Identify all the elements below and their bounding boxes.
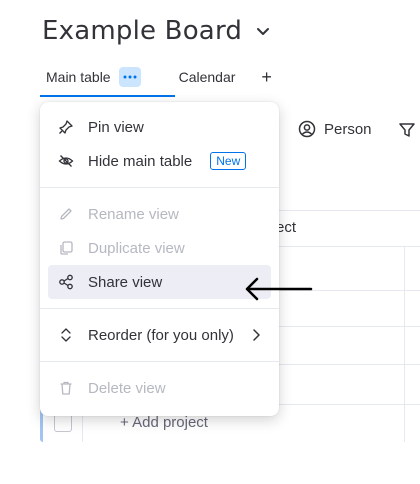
menu-divider bbox=[40, 187, 279, 188]
menu-item-share-view[interactable]: Share view bbox=[48, 265, 271, 299]
menu-divider bbox=[40, 361, 279, 362]
tab-calendar[interactable]: Calendar bbox=[179, 63, 236, 91]
trash-icon bbox=[58, 380, 74, 396]
view-options-menu: Pin view Hide main table New Rename view… bbox=[40, 102, 279, 416]
pin-icon bbox=[58, 119, 74, 135]
duplicate-icon bbox=[58, 240, 74, 256]
view-tabs: Main table Calendar + bbox=[40, 62, 272, 97]
new-badge: New bbox=[210, 152, 247, 170]
table-divider bbox=[270, 326, 420, 327]
person-icon bbox=[298, 120, 316, 138]
person-label: Person bbox=[324, 120, 372, 138]
board-title[interactable]: Example Board bbox=[42, 16, 242, 46]
menu-item-label: Hide main table bbox=[88, 152, 193, 170]
row-checkbox[interactable] bbox=[54, 414, 72, 432]
menu-item-label: Pin view bbox=[88, 118, 144, 136]
table-divider bbox=[270, 364, 420, 365]
chevron-right-icon bbox=[251, 328, 261, 346]
tab-main-table[interactable]: Main table bbox=[40, 63, 175, 97]
menu-item-duplicate-view: Duplicate view bbox=[48, 231, 271, 265]
add-project-label[interactable]: + Add project bbox=[120, 414, 208, 431]
menu-item-label: Rename view bbox=[88, 205, 179, 223]
more-dots-icon bbox=[123, 75, 137, 79]
menu-item-label: Delete view bbox=[88, 379, 166, 397]
eye-slash-icon bbox=[58, 153, 74, 169]
filter-icon[interactable] bbox=[398, 121, 416, 144]
board-header: Example Board bbox=[42, 16, 272, 46]
menu-item-label: Share view bbox=[88, 273, 163, 291]
column-header-project[interactable]: ect bbox=[276, 219, 296, 236]
pencil-icon bbox=[58, 206, 74, 222]
reorder-icon bbox=[58, 327, 74, 343]
annotation-arrow-icon bbox=[243, 276, 313, 307]
share-icon bbox=[58, 274, 74, 290]
menu-item-label: Reorder (for you only) bbox=[88, 326, 234, 344]
chevron-down-icon[interactable] bbox=[254, 22, 272, 40]
tab-options-button[interactable] bbox=[118, 67, 141, 87]
table-divider bbox=[270, 246, 420, 247]
menu-item-label: Duplicate view bbox=[88, 239, 185, 257]
table-divider bbox=[270, 210, 420, 211]
person-filter-button[interactable]: Person bbox=[298, 120, 372, 138]
menu-item-reorder[interactable]: Reorder (for you only) bbox=[48, 318, 271, 352]
add-view-button[interactable]: + bbox=[261, 63, 272, 91]
menu-item-hide-main-table[interactable]: Hide main table New bbox=[48, 144, 271, 178]
menu-divider bbox=[40, 308, 279, 309]
tab-main-table-label: Main table bbox=[46, 69, 111, 85]
menu-item-rename-view: Rename view bbox=[48, 197, 271, 231]
menu-item-pin-view[interactable]: Pin view bbox=[48, 110, 271, 144]
menu-item-delete-view: Delete view bbox=[48, 371, 271, 405]
